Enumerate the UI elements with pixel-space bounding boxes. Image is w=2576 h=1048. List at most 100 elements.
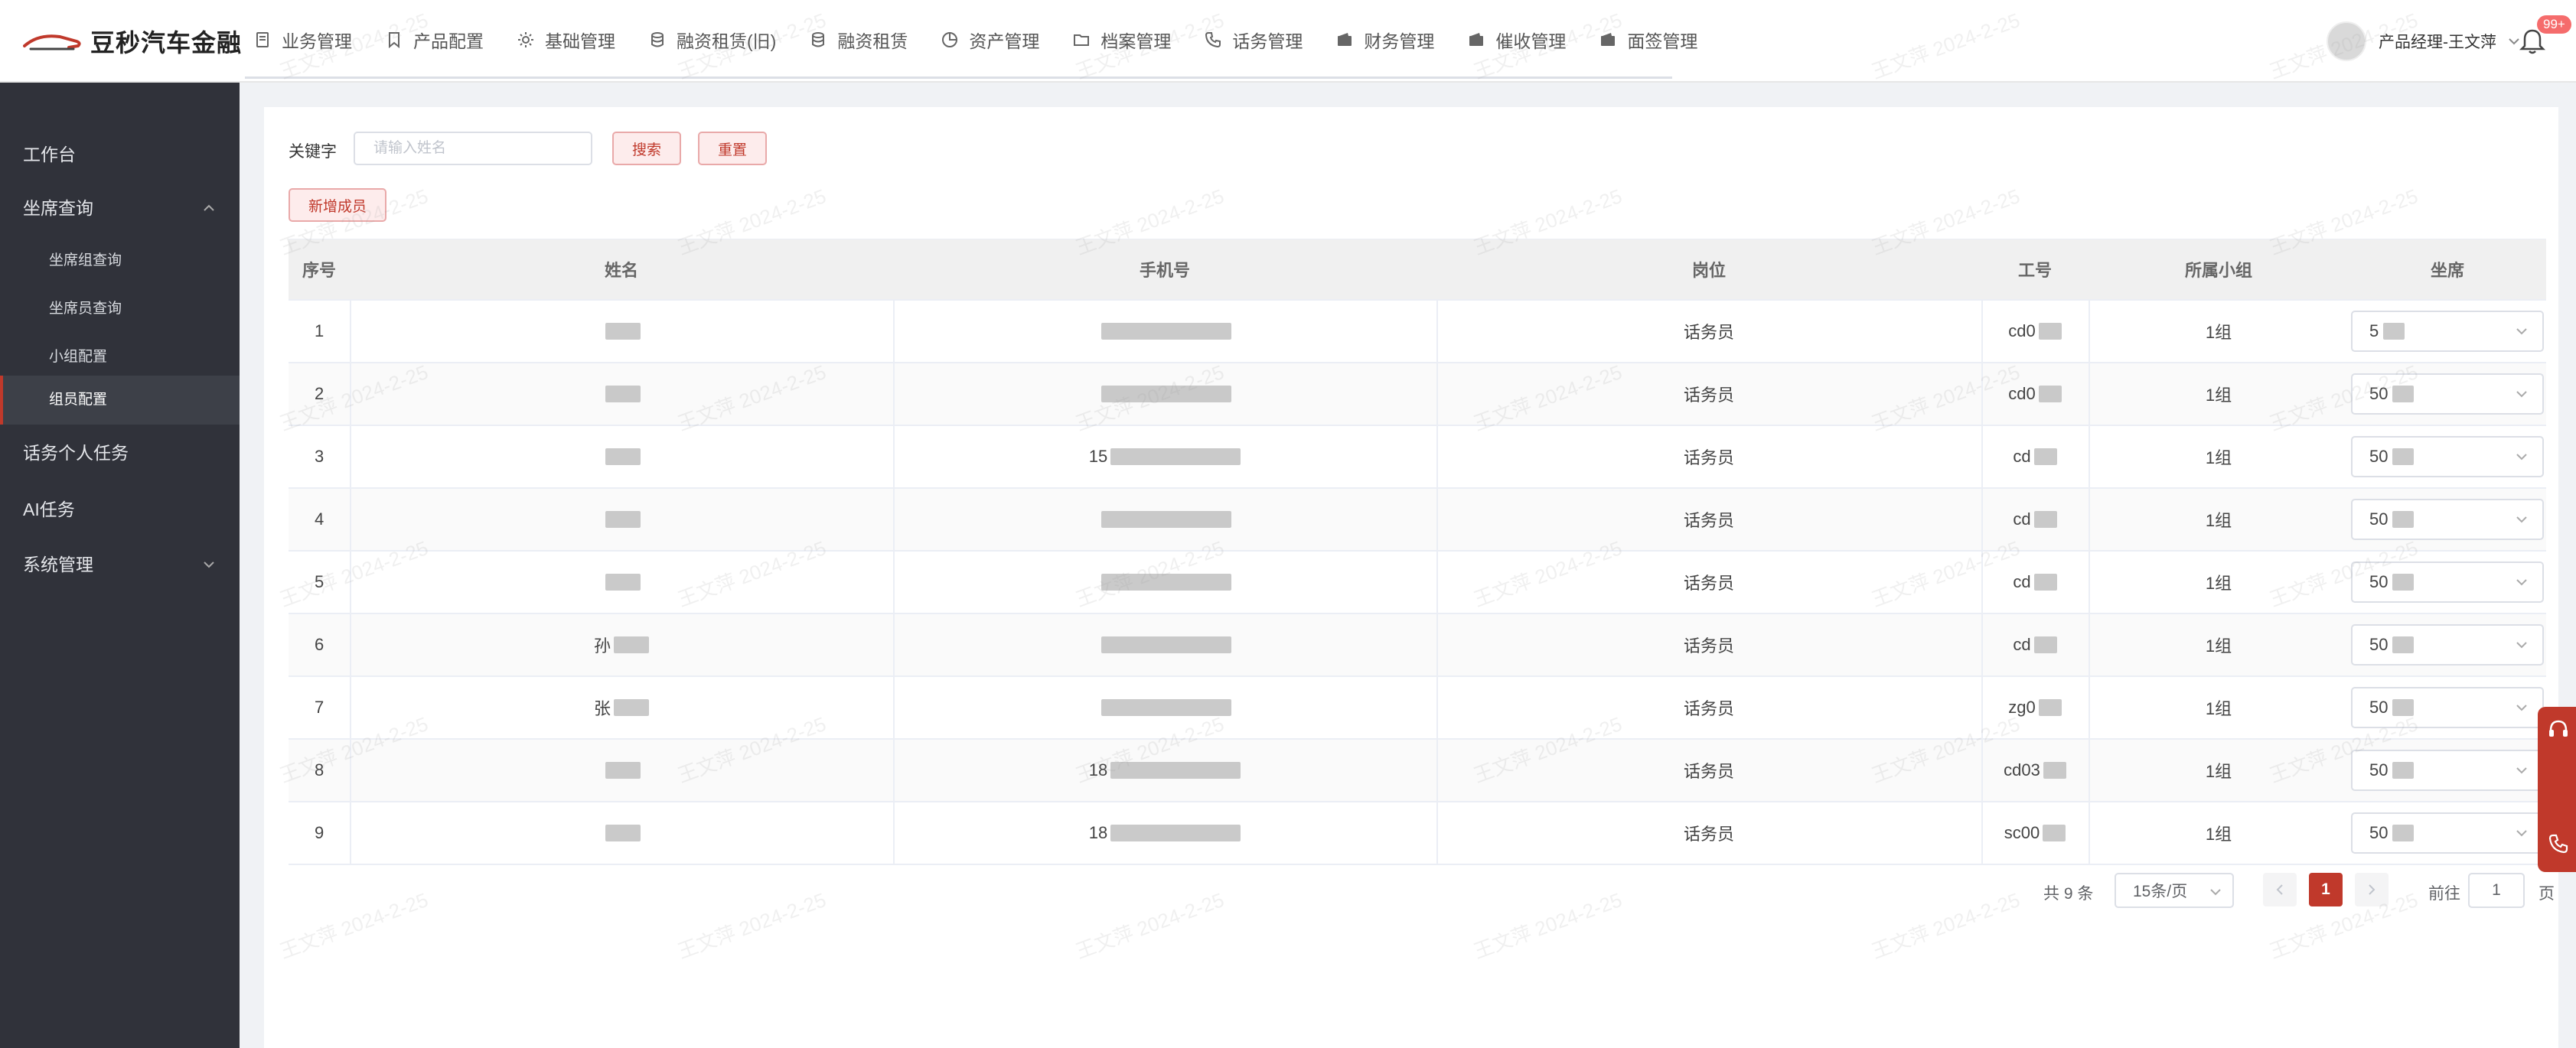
database-icon <box>647 30 667 50</box>
user-menu[interactable]: 产品经理-王文萍 <box>2327 21 2521 61</box>
prev-page-button[interactable] <box>2263 873 2297 906</box>
logo[interactable]: 豆秒汽车金融 <box>23 23 242 60</box>
cell-text: cd03 <box>2004 760 2040 779</box>
cell-text: 话务员 <box>1683 323 1734 342</box>
cell-group: 1组 <box>2089 740 2349 801</box>
seat-select[interactable]: 50 <box>2351 812 2544 854</box>
cell-no: 6 <box>289 614 350 675</box>
cell-group: 1组 <box>2089 677 2349 738</box>
sidebar-item[interactable]: 工作台 <box>0 130 240 179</box>
nav-divider <box>245 76 1672 79</box>
sidebar-item[interactable]: 坐席员查询 <box>0 286 240 332</box>
add-member-button[interactable]: 新增成员 <box>289 188 386 222</box>
redacted-mark <box>1101 511 1231 528</box>
sidebar-item-label: 坐席员查询 <box>49 301 122 317</box>
cell-text: sc00 <box>2004 823 2040 842</box>
chevron-right-icon <box>2369 884 2375 895</box>
cell-text: 1组 <box>2205 511 2232 530</box>
cell-name <box>350 802 893 864</box>
sidebar-item[interactable]: 系统管理 <box>0 539 240 591</box>
page-size-select[interactable]: 15条/页 <box>2115 873 2234 908</box>
search-button[interactable]: 搜索 <box>612 132 681 165</box>
redacted-mark <box>2392 636 2415 653</box>
phone-icon <box>2548 834 2568 854</box>
floating-contact-widget[interactable] <box>2538 707 2576 872</box>
nav-item[interactable]: 面签管理 <box>1598 27 1697 53</box>
cell-text: 15 <box>1088 447 1108 466</box>
seat-select[interactable]: 50 <box>2351 750 2544 791</box>
seat-cell: 50 <box>2349 614 2546 675</box>
keyword-input[interactable] <box>354 132 592 165</box>
cell-text: 18 <box>1088 823 1108 842</box>
nav-item[interactable]: 催收管理 <box>1466 27 1566 53</box>
nav-item[interactable]: 融资租赁(旧) <box>647 27 776 53</box>
sidebar-item-label: 话务个人任务 <box>23 443 129 463</box>
cell-no: 9 <box>289 802 350 864</box>
sidebar-item[interactable]: 坐席查询 <box>0 182 240 234</box>
nav-item[interactable]: 资产管理 <box>940 27 1039 53</box>
redacted-mark <box>2392 762 2415 779</box>
table-row: 9 18 话务员 sc00 1组 50 <box>289 802 2546 865</box>
seat-value: 50 <box>2369 698 2389 717</box>
next-page-button[interactable] <box>2355 873 2389 906</box>
redacted-mark <box>605 511 641 528</box>
seat-select[interactable]: 50 <box>2351 499 2544 540</box>
nav-item[interactable]: 财务管理 <box>1335 27 1434 53</box>
cell-text: 话务员 <box>1683 636 1734 656</box>
seat-select[interactable]: 50 <box>2351 561 2544 603</box>
redacted-mark <box>1110 825 1241 841</box>
chevron-down-icon <box>2516 328 2527 335</box>
seat-value: 50 <box>2369 572 2389 591</box>
logo-text: 豆秒汽车金融 <box>90 29 243 57</box>
nav-item[interactable]: 融资租赁 <box>808 27 908 53</box>
page-suffix-label: 页 <box>2539 885 2555 903</box>
nav-item[interactable]: 话务管理 <box>1203 27 1303 53</box>
cell-text: cd <box>2013 572 2031 591</box>
goto-page-input[interactable]: 1 <box>2468 873 2525 908</box>
page-button-current[interactable]: 1 <box>2309 873 2343 906</box>
cell-text: 4 <box>315 509 324 529</box>
nav-item[interactable]: 基础管理 <box>516 27 615 53</box>
redacted-mark <box>1110 762 1241 779</box>
nav-item[interactable]: 产品配置 <box>384 27 484 53</box>
cell-text: 1组 <box>2205 762 2232 781</box>
table-row: 2 话务员 cd0 1组 50 <box>289 363 2546 426</box>
cell-emp-id: cd03 <box>1981 740 2089 801</box>
pagination: 共 9 条 15条/页 1 前往 1 页 <box>264 872 2558 910</box>
sidebar-item[interactable]: 小组配置 <box>0 334 240 380</box>
cell-phone: 15 <box>893 426 1436 487</box>
redacted-mark <box>1101 323 1231 340</box>
cell-text: 6 <box>315 635 324 654</box>
sidebar-item[interactable]: AI任务 <box>0 483 240 535</box>
table-header-row: 序号 姓名 手机号 岗位 工号 所属小组 坐席 <box>289 239 2546 301</box>
chevron-down-icon <box>2516 642 2527 649</box>
sidebar-item[interactable]: 组员配置 <box>0 376 240 425</box>
cell-no: 4 <box>289 489 350 550</box>
cell-post: 话务员 <box>1436 802 1981 864</box>
cell-emp-id: cd0 <box>1981 301 2089 362</box>
cell-post: 话务员 <box>1436 552 1981 613</box>
cell-text: 1组 <box>2205 699 2232 718</box>
redacted-mark <box>2383 323 2405 340</box>
cell-phone <box>893 552 1436 613</box>
nav-item[interactable]: 业务管理 <box>253 27 352 53</box>
cell-name: 张 <box>350 677 893 738</box>
nav-item[interactable]: 档案管理 <box>1071 27 1171 53</box>
seat-select[interactable]: 50 <box>2351 436 2544 477</box>
seat-select[interactable]: 50 <box>2351 687 2544 728</box>
cell-post: 话务员 <box>1436 614 1981 675</box>
pagination-total: 共 9 条 <box>2043 885 2094 903</box>
nav-item-label: 话务管理 <box>1232 31 1303 51</box>
redacted-mark <box>2392 699 2415 716</box>
sidebar-item[interactable]: 坐席组查询 <box>0 238 240 284</box>
seat-select[interactable]: 50 <box>2351 624 2544 666</box>
seat-select[interactable]: 5 <box>2351 311 2544 352</box>
seat-select[interactable]: 50 <box>2351 373 2544 415</box>
chevron-down-icon <box>2516 579 2527 586</box>
cell-text: 1组 <box>2205 448 2232 467</box>
sidebar-item[interactable]: 话务个人任务 <box>0 427 240 479</box>
reset-button[interactable]: 重置 <box>698 132 767 165</box>
keyword-label: 关键字 <box>289 143 337 161</box>
table-row: 4 话务员 cd 1组 50 <box>289 489 2546 552</box>
cell-name <box>350 552 893 613</box>
